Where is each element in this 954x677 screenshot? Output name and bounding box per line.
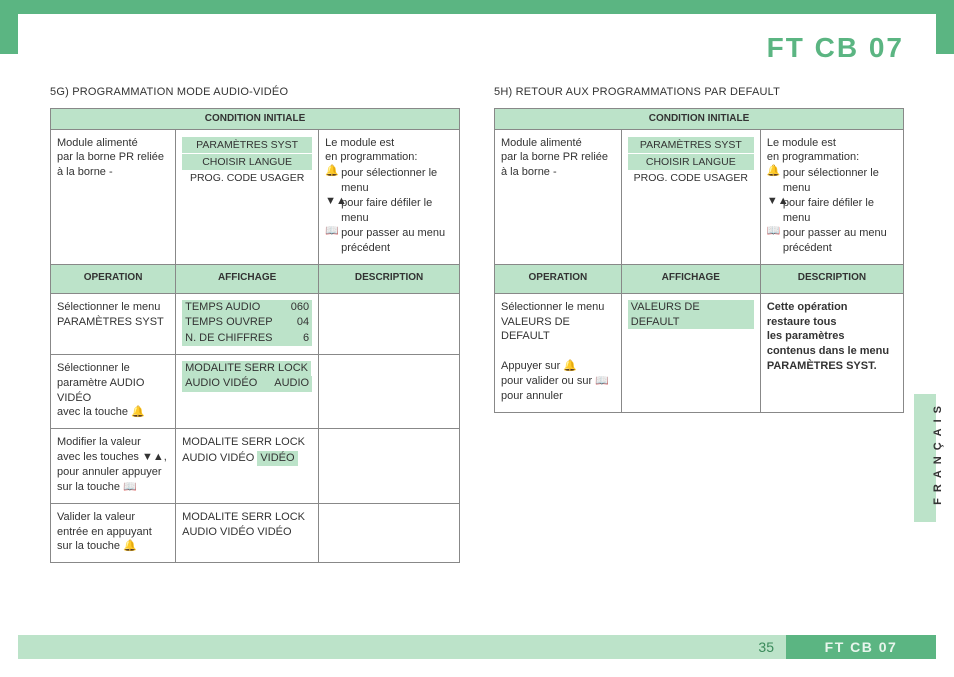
desc-book: pour passer au menu (783, 226, 897, 241)
op-cell: Sélectionner le paramètre AUDIO VIDÉO av… (51, 354, 176, 428)
desc-book: pour passer au menu (341, 226, 453, 241)
desc-arrows: pour faire défiler le menu (783, 196, 897, 226)
aff-cell: MODALITE SERR LOCKAUDIO VIDÉO VIDÉO (176, 429, 319, 503)
col-affichage: AFFICHAGE (176, 265, 319, 294)
cond-aff: PARAMÈTRES SYST CHOISIR LANGUE PROG. COD… (621, 129, 760, 265)
content: 5G) PROGRAMMATION MODE AUDIO-VIDÉO CONDI… (50, 86, 904, 566)
desc-book-2: précédent (325, 241, 453, 256)
section-5g-title: 5G) PROGRAMMATION MODE AUDIO-VIDÉO (50, 86, 460, 98)
table-row: Sélectionner le menu VALEURS DE DEFAULT … (495, 293, 904, 412)
display-line: PARAMÈTRES SYST (182, 137, 312, 153)
page: FT CB 07 5G) PROGRAMMATION MODE AUDIO-VI… (18, 14, 936, 659)
footer: 35 FT CB 07 (18, 635, 936, 659)
desc-bell: pour sélectionner le menu (783, 166, 897, 196)
display-line: MODALITE SERR LOCK (182, 510, 312, 525)
arrows-icon: ▼▲ (767, 196, 779, 207)
display-line: CHOISIR LANGUE (182, 154, 312, 170)
display-line: TEMPS OUVREP04 (182, 315, 312, 330)
bell-icon: 🔔 (767, 166, 779, 177)
col-operation: OPERATION (495, 265, 622, 294)
op-cell: Valider la valeur entrée en appuyant sur… (51, 503, 176, 563)
display-line: TEMPS AUDIO060 (182, 300, 312, 315)
display-line: AUDIO VIDÉOAUDIO (182, 376, 312, 391)
op-text: Sélectionner le menu VALEURS DE DEFAULT … (501, 301, 609, 402)
col-description: DESCRIPTION (319, 265, 460, 294)
display-line: MODALITE SERR LOCK (182, 361, 312, 376)
op-cell: Sélectionner le menu VALEURS DE DEFAULT … (495, 293, 622, 412)
bell-icon: 🔔 (325, 166, 337, 177)
desc-cell (319, 293, 460, 354)
language-tab-label: FRANÇAIS (932, 400, 944, 505)
col-affichage: AFFICHAGE (621, 265, 760, 294)
footer-label: FT CB 07 (786, 635, 936, 659)
page-title: FT CB 07 (767, 32, 904, 64)
display-line: PARAMÈTRES SYST (628, 137, 754, 153)
section-5h-title: 5H) RETOUR AUX PROGRAMMATIONS PAR DEFAUL… (494, 86, 904, 98)
cond-op-text: Module alimenté par la borne PR reliée à… (501, 137, 608, 179)
display-line: N. DE CHIFFRES6 (182, 331, 312, 346)
footer-page: 35 (18, 635, 786, 659)
table-row: Modifier la valeur avec les touches ▼▲, … (51, 429, 460, 503)
aff-cell: TEMPS AUDIO060TEMPS OUVREP04N. DE CHIFFR… (176, 293, 319, 354)
table-row: Sélectionner le menu PARAMÈTRES SYSTTEMP… (51, 293, 460, 354)
display-line: MODALITE SERR LOCK (182, 435, 312, 450)
desc-cell (319, 354, 460, 428)
desc-cell (319, 429, 460, 503)
desc-cell (319, 503, 460, 563)
desc-text: Cette opération restaure tous les paramè… (767, 301, 889, 372)
cond-op: Module alimenté par la borne PR reliée à… (51, 129, 176, 265)
cond-aff: PARAMÈTRES SYST CHOISIR LANGUE PROG. COD… (176, 129, 319, 265)
table-row: Valider la valeur entrée en appuyant sur… (51, 503, 460, 563)
cond-header: CONDITION INITIALE (51, 109, 460, 130)
display-line: PROG. CODE USAGER (628, 171, 754, 185)
display-line: CHOISIR LANGUE (628, 154, 754, 170)
desc-intro: Le module est en programmation: (767, 136, 897, 166)
cond-header: CONDITION INITIALE (495, 109, 904, 130)
display-line: PROG. CODE USAGER (182, 171, 312, 185)
cond-op-text: Module alimenté par la borne PR reliée à… (57, 137, 164, 179)
cond-desc: Le module est en programmation: 🔔 pour sé… (319, 129, 460, 265)
op-cell: Modifier la valeur avec les touches ▼▲, … (51, 429, 176, 503)
section-5h: 5H) RETOUR AUX PROGRAMMATIONS PAR DEFAUL… (494, 86, 904, 566)
table-5h-cond: CONDITION INITIALE Module alimenté par l… (494, 108, 904, 413)
desc-arrows: pour faire défiler le menu (341, 196, 453, 226)
aff-cell: MODALITE SERR LOCKAUDIO VIDÉOAUDIO (176, 354, 319, 428)
aff-cell: VALEURS DE DEFAULT (621, 293, 760, 412)
desc-cell: Cette opération restaure tous les paramè… (760, 293, 903, 412)
display-line: AUDIO VIDÉO VIDÉO (182, 451, 312, 466)
display-line: VALEURS DE DEFAULT (628, 300, 754, 330)
desc-intro: Le module est en programmation: (325, 136, 453, 166)
section-5g: 5G) PROGRAMMATION MODE AUDIO-VIDÉO CONDI… (50, 86, 460, 566)
col-description: DESCRIPTION (760, 265, 903, 294)
arrows-icon: ▼▲ (325, 196, 337, 207)
book-icon: 📖 (767, 226, 779, 237)
aff-cell: MODALITE SERR LOCKAUDIO VIDÉO VIDÉO (176, 503, 319, 563)
col-operation: OPERATION (51, 265, 176, 294)
table-row: Sélectionner le paramètre AUDIO VIDÉO av… (51, 354, 460, 428)
desc-book-2: précédent (767, 241, 897, 256)
display-line: AUDIO VIDÉO VIDÉO (182, 525, 312, 540)
desc-bell: pour sélectionner le menu (341, 166, 453, 196)
table-5g-cond: CONDITION INITIALE Module alimenté par l… (50, 108, 460, 563)
cond-desc: Le module est en programmation: 🔔 pour sé… (760, 129, 903, 265)
op-cell: Sélectionner le menu PARAMÈTRES SYST (51, 293, 176, 354)
cond-op: Module alimenté par la borne PR reliée à… (495, 129, 622, 265)
book-icon: 📖 (325, 226, 337, 237)
